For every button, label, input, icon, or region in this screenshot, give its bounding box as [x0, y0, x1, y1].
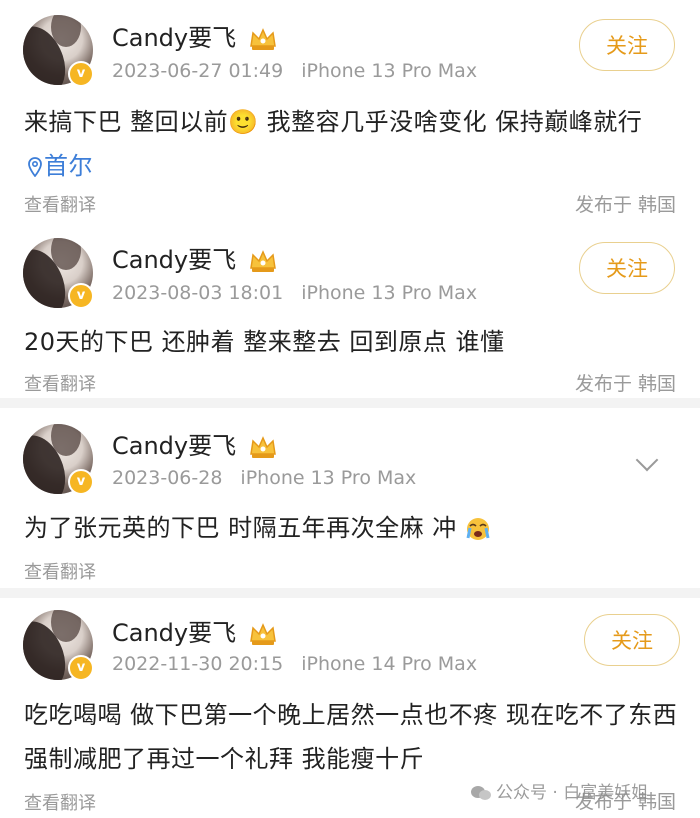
publish-location: 发布于 韩国 [574, 194, 676, 216]
location-pin-icon [28, 157, 42, 178]
post-4: v Candy要飞 2022-11-30 20:15 iPhone 14 Pro … [0, 598, 700, 818]
post-date: 2023-08-03 18:01 [112, 282, 284, 304]
translate-link[interactable]: 查看翻译 [24, 558, 96, 584]
post-divider [0, 398, 700, 408]
crying-face-icon [466, 518, 490, 540]
post-divider [0, 588, 700, 598]
follow-button[interactable]: 关注 [579, 19, 675, 71]
verified-badge-icon: v [68, 283, 94, 309]
crown-icon [249, 623, 276, 645]
follow-button[interactable]: 关注 [584, 614, 680, 666]
location-link[interactable]: 首尔 [24, 152, 93, 180]
translate-link[interactable]: 查看翻译 [24, 191, 96, 217]
post-1: v Candy要飞 2023-06-27 01:49 iPhone 13 Pro … [0, 0, 700, 228]
wechat-icon [471, 786, 491, 800]
post-meta: 2023-08-03 18:01 iPhone 13 Pro Max [112, 282, 477, 304]
post-date: 2023-06-27 01:49 [112, 60, 284, 82]
post-content: 来搞下巴 整回以前🙂 我整容几乎没啥变化 保持巅峰就行 首尔 [24, 108, 643, 180]
chevron-down-icon[interactable] [635, 448, 659, 472]
username[interactable]: Candy要飞 [112, 18, 278, 53]
post-meta: 2023-06-28 iPhone 13 Pro Max [112, 467, 416, 489]
verified-badge-icon: v [68, 655, 94, 681]
post-date: 2023-06-28 [112, 467, 223, 489]
post-2: v Candy要飞 2023-08-03 18:01 iPhone 13 Pro … [0, 228, 700, 398]
post-device: iPhone 14 Pro Max [301, 653, 478, 675]
post-3: v Candy要飞 2023-06-28 iPhone 13 Pro Max 为了… [0, 408, 700, 588]
follow-button[interactable]: 关注 [579, 242, 675, 294]
post-meta: 2022-11-30 20:15 iPhone 14 Pro Max [112, 653, 477, 675]
post-content: 为了张元英的下巴 时隔五年再次全麻 冲 [24, 506, 680, 550]
crown-icon [249, 436, 276, 458]
translate-link[interactable]: 查看翻译 [24, 789, 96, 815]
post-device: iPhone 13 Pro Max [240, 467, 417, 489]
username[interactable]: Candy要飞 [112, 240, 278, 275]
username[interactable]: Candy要飞 [112, 426, 278, 461]
username[interactable]: Candy要飞 [112, 613, 278, 648]
post-device: iPhone 13 Pro Max [301, 282, 478, 304]
verified-badge-icon: v [68, 61, 94, 87]
watermark: 公众号 · 白富美妖姐 [470, 778, 648, 803]
crown-icon [249, 28, 276, 50]
crown-icon [249, 250, 276, 272]
post-content: 吃吃喝喝 做下巴第一个晚上居然一点也不疼 现在吃不了东西 强制减肥了再过一个礼拜… [24, 701, 678, 773]
verified-badge-icon: v [68, 469, 94, 495]
publish-location: 发布于 韩国 [574, 373, 676, 395]
post-date: 2022-11-30 20:15 [112, 653, 284, 675]
post-device: iPhone 13 Pro Max [301, 60, 478, 82]
post-content: 20天的下巴 还肿着 整来整去 回到原点 谁懂 [24, 328, 505, 356]
translate-link[interactable]: 查看翻译 [24, 370, 96, 396]
post-meta: 2023-06-27 01:49 iPhone 13 Pro Max [112, 60, 477, 82]
